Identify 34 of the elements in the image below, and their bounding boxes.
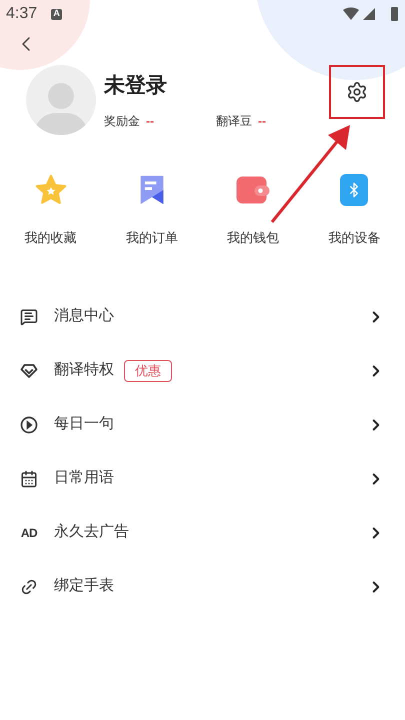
menu-item[interactable]: 翻译特权 优惠 [0, 344, 405, 398]
promo-badge: 优惠 [124, 360, 172, 382]
settings-button[interactable] [346, 81, 368, 103]
status-time: 4:37 [6, 4, 38, 24]
ad-icon: AD [20, 526, 38, 538]
stat-label: 翻译豆 [216, 112, 252, 130]
stat-value: -- [258, 112, 266, 130]
stat-value: -- [146, 112, 154, 130]
menu-label: 永久去广告 [54, 522, 129, 542]
shortcut-label[interactable]: 我的收藏 [24, 228, 77, 248]
menu-item[interactable]: 消息中心 [0, 290, 405, 344]
wallet-icon [235, 175, 272, 205]
menu-item[interactable]: AD 永久去广告 [0, 506, 405, 560]
play-icon [20, 416, 38, 434]
shortcut-label[interactable]: 我的订单 [126, 228, 178, 248]
menu-item[interactable]: 每日一句 [0, 398, 405, 452]
shortcut-label[interactable]: 我的设备 [328, 228, 380, 248]
menu-label: 消息中心 [54, 306, 114, 326]
menu-label: 每日一句 [54, 414, 114, 434]
star-icon [34, 173, 68, 207]
user-name: 未登录 [104, 73, 168, 100]
menu-label: 翻译特权 [54, 360, 114, 380]
status-icons [343, 7, 399, 21]
calendar-icon [20, 470, 38, 488]
menu-item[interactable]: 绑定手表 [0, 560, 405, 614]
stat-label: 奖励金 [104, 112, 140, 130]
notification-icon: A [51, 8, 62, 20]
menu-item[interactable]: 日常用语 [0, 452, 405, 506]
shortcut-label[interactable]: 我的钱包 [227, 228, 280, 248]
menu-label: 绑定手表 [54, 576, 114, 596]
menu-label: 日常用语 [54, 468, 114, 488]
message-icon [20, 308, 38, 326]
bluetooth-icon [340, 174, 368, 206]
diamond-icon [20, 362, 38, 378]
